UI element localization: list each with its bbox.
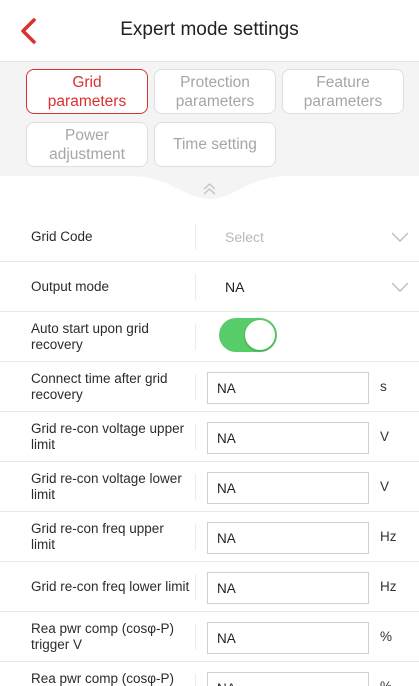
value-input[interactable] — [207, 672, 369, 686]
setting-label: Grid re-con voltage lower limit — [31, 470, 182, 502]
setting-row-connect-time-after-grid-recovery: Connect time after grid recovery s — [0, 362, 419, 412]
column-divider — [195, 424, 196, 450]
setting-label: Output mode — [31, 278, 110, 294]
value-input[interactable] — [207, 622, 369, 654]
tab-label: Time setting — [173, 136, 257, 153]
setting-label: Grid Code — [31, 228, 93, 244]
chevron-down-icon[interactable] — [390, 231, 410, 243]
unit-label: Hz — [380, 579, 397, 594]
collapse-handle[interactable] — [0, 174, 419, 212]
setting-row-output-mode: Output mode NA — [0, 262, 419, 312]
setting-row-auto-start-upon-grid-recovery: Auto start upon grid recovery — [0, 312, 419, 362]
header-bar: Expert mode settings — [0, 0, 419, 62]
chevron-down-icon[interactable] — [390, 281, 410, 293]
setting-row-grid-re-con-voltage-lower-limit: Grid re-con voltage lower limit V — [0, 462, 419, 512]
tab-label: Grid parameters — [47, 73, 127, 110]
page-title: Expert mode settings — [120, 19, 299, 40]
tab-feature-parameters[interactable]: Feature parameters — [282, 69, 404, 114]
setting-row-grid-re-con-freq-lower-limit: Grid re-con freq lower limit Hz — [0, 562, 419, 612]
unit-label: s — [380, 379, 387, 394]
column-divider — [195, 224, 196, 250]
setting-row-grid-re-con-voltage-upper-limit: Grid re-con voltage upper limit V — [0, 412, 419, 462]
column-divider — [195, 624, 196, 650]
column-divider — [195, 274, 196, 300]
setting-label: Auto start upon grid recovery — [31, 320, 149, 352]
setting-label: Grid re-con voltage upper limit — [31, 420, 185, 452]
settings-list: Grid Code Select Output mode NA Auto start u… — [0, 212, 419, 686]
setting-label: Connect time after grid recovery — [31, 370, 168, 402]
value-input[interactable] — [207, 572, 369, 604]
tab-label: Feature parameters — [303, 73, 383, 110]
column-divider — [195, 374, 196, 400]
column-divider — [195, 524, 196, 550]
unit-label: Hz — [380, 529, 397, 544]
setting-label: Rea pwr comp (cosφ-P) trigger V — [31, 620, 175, 652]
value-input[interactable] — [207, 422, 369, 454]
setting-row-rea-pwr-comp-cos-p-trigger-v: Rea pwr comp (cosφ-P) trigger V% — [0, 612, 419, 662]
column-divider — [195, 574, 196, 600]
value-input[interactable] — [207, 522, 369, 554]
unit-label: V — [380, 429, 390, 444]
column-divider — [195, 474, 196, 500]
tab-label: Power adjustment — [49, 126, 125, 163]
tab-grid-parameters[interactable]: Grid parameters — [26, 69, 148, 114]
tab-label: Protection parameters — [175, 73, 255, 110]
unit-label: % — [380, 629, 393, 644]
dropdown-value[interactable]: NA — [225, 262, 244, 311]
double-chevron-up-icon — [203, 183, 216, 195]
setting-label: Grid re-con freq lower limit — [31, 578, 190, 594]
parameter-tabs-panel: Grid parameters Protection parameters Fe… — [0, 62, 419, 212]
auto-start-toggle[interactable] — [219, 318, 277, 352]
setting-row-grid-re-con-freq-upper-limit: Grid re-con freq upper limit Hz — [0, 512, 419, 562]
toggle-knob — [245, 320, 275, 350]
value-input[interactable] — [207, 472, 369, 504]
setting-row-grid-code: Grid Code Select — [0, 212, 419, 262]
unit-label: % — [380, 662, 410, 686]
setting-row-rea-pwr-comp-cos-p-exit-v: Rea pwr comp (cosφ-P) exit V% — [0, 662, 419, 686]
column-divider — [195, 674, 196, 686]
tab-power-adjustment[interactable]: Power adjustment — [26, 122, 148, 167]
column-divider — [195, 324, 196, 350]
dropdown-value[interactable]: Select — [225, 212, 264, 261]
tab-time-setting[interactable]: Time setting — [154, 122, 276, 167]
setting-label: Rea pwr comp (cosφ-P) exit V — [31, 670, 175, 686]
tab-protection-parameters[interactable]: Protection parameters — [154, 69, 276, 114]
value-input[interactable] — [207, 372, 369, 404]
setting-label: Grid re-con freq upper limit — [31, 520, 164, 552]
unit-label: V — [380, 479, 390, 494]
